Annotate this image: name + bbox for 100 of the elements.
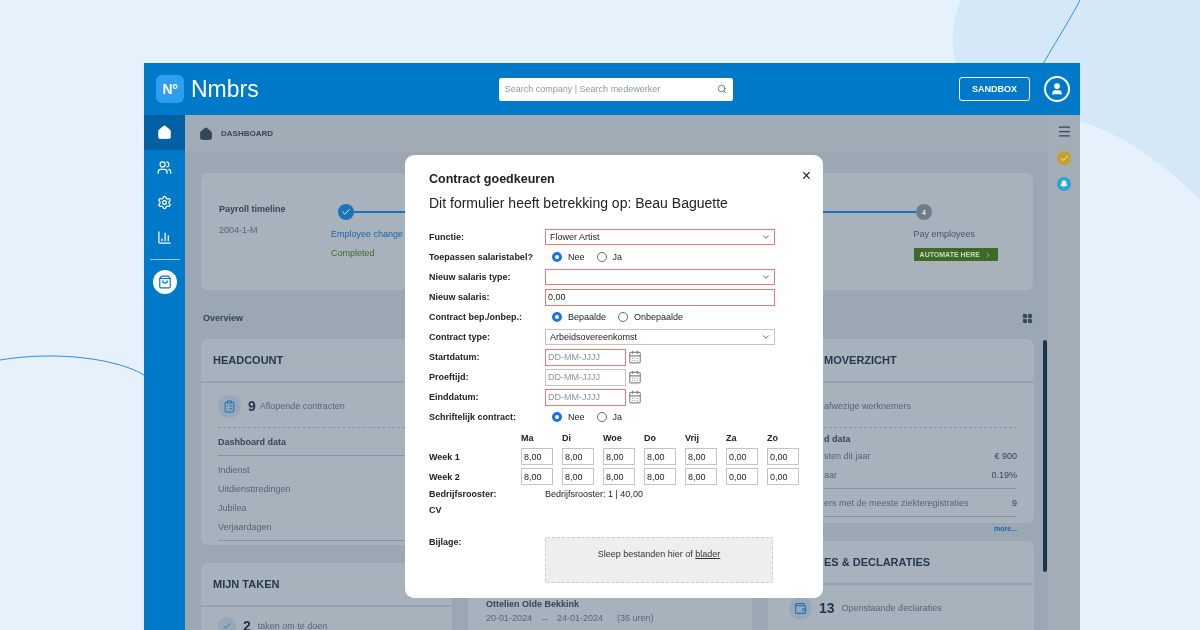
grid-icon[interactable] — [1022, 312, 1033, 324]
card-title: MOVERZICHT — [824, 354, 897, 366]
radio-label: Onbepaalde — [634, 312, 684, 322]
select-field[interactable] — [545, 269, 775, 285]
radio-label: Nee — [568, 412, 585, 422]
data-row-label: Uitdiensttredingen — [218, 483, 291, 494]
dialog-title: Contract goedkeuren — [429, 172, 556, 186]
card-title: MIJN TAKEN — [213, 578, 280, 590]
hours-text: (36 uren) — [617, 613, 654, 623]
week-label: Week 2 — [429, 471, 461, 482]
step-label: Pay employees — [913, 229, 976, 239]
form-label: Contract bep./onbep.: — [429, 312, 523, 322]
hours-field[interactable]: 8,00 — [562, 448, 594, 465]
radio-button[interactable] — [552, 412, 562, 422]
form-label: Nieuw salaris type: — [429, 272, 512, 282]
calendar-icon[interactable] — [628, 370, 642, 384]
radio-button[interactable] — [552, 252, 562, 262]
people-icon — [157, 160, 172, 175]
form-label: Einddatum: — [429, 392, 480, 402]
day-heading: Vrij — [685, 433, 700, 445]
timeline-title: Payroll timeline — [219, 204, 287, 214]
count: 13 — [819, 600, 835, 616]
form-label: Functie: — [429, 232, 465, 242]
hours-field[interactable]: 0,00 — [767, 448, 799, 465]
file-drop-zone[interactable]: Sleep bestanden hier of blader — [545, 537, 773, 583]
hours-field[interactable]: 8,00 — [603, 448, 635, 465]
radio-button[interactable] — [596, 252, 607, 262]
hours-field[interactable]: 8,00 — [562, 468, 594, 485]
check-icon[interactable] — [1057, 151, 1071, 165]
hours-field[interactable]: 0,00 — [767, 468, 799, 485]
date-text: 20-01-2024 — [486, 613, 533, 623]
data-row-value: 0.19% — [991, 469, 1017, 480]
radio-button[interactable] — [618, 312, 629, 322]
bag-button[interactable] — [152, 270, 177, 294]
search-icon — [716, 84, 727, 94]
user-avatar[interactable] — [1044, 76, 1070, 102]
check-icon — [222, 621, 232, 630]
hours-field[interactable]: 0,00 — [726, 468, 758, 485]
data-row-label: Indienst — [218, 464, 250, 475]
form-label: Nieuw salaris: — [429, 292, 491, 302]
hours-field[interactable]: 8,00 — [644, 448, 676, 465]
date-field[interactable]: DD-MM-JJJJ — [545, 388, 626, 406]
count-label: Openstaande declaraties — [841, 603, 942, 613]
hours-field[interactable]: 0,00 — [726, 448, 758, 465]
drop-text: Sleep bestanden hier of blader — [597, 549, 721, 561]
count-label: Aflopende contracten — [259, 401, 345, 411]
week-label: Week 1 — [429, 451, 461, 462]
hours-field[interactable]: 8,00 — [685, 468, 717, 485]
sandbox-button[interactable]: SANDBOX — [959, 77, 1030, 101]
form-label: CV — [429, 505, 443, 515]
day-heading: Zo — [767, 433, 779, 445]
chevron-icon — [761, 332, 771, 342]
data-row-value: € 900 — [994, 450, 1017, 461]
logo-mark: Nº — [156, 75, 184, 103]
section-heading: Dashboard data — [218, 436, 286, 447]
brand-name: Nmbrs — [191, 75, 259, 103]
chevron-icon — [984, 250, 992, 259]
browse-link[interactable]: blader — [695, 549, 721, 559]
menu-icon[interactable] — [1056, 124, 1072, 139]
day-heading: Za — [726, 433, 738, 445]
step-status: Completed — [331, 248, 375, 258]
radio-label: Nee — [568, 252, 585, 262]
close-button[interactable]: × — [801, 168, 811, 184]
select-field[interactable]: Flower Artist — [545, 229, 775, 245]
input-field[interactable]: 0,00 — [545, 288, 775, 306]
day-heading: Ma — [521, 433, 535, 445]
select-field[interactable]: Arbeidsovereenkomst — [545, 329, 775, 345]
chevron-icon — [761, 232, 771, 242]
form-label: Bedrijfsrooster: — [429, 489, 498, 499]
count: 9 — [248, 398, 256, 414]
hours-field[interactable]: 8,00 — [685, 448, 717, 465]
bell-icon[interactable] — [1057, 177, 1071, 191]
breadcrumb[interactable]: DASHBOARD — [221, 129, 273, 138]
hours-field[interactable]: 8,00 — [644, 468, 676, 485]
schedule-value: Bedrijfsrooster: 1 | 40,00 — [545, 489, 644, 499]
dialog-subtitle: Dit formulier heeft betrekking op: Beau Baguette — [429, 195, 729, 211]
arrow-text: → — [540, 613, 550, 623]
wallet-icon — [794, 601, 807, 615]
sidebar-item[interactable] — [144, 115, 185, 150]
employee-name: Ottelien Olde Bekkink — [486, 599, 581, 609]
hours-field[interactable]: 8,00 — [521, 468, 553, 485]
radio-label: Ja — [612, 412, 623, 422]
home-icon — [199, 126, 213, 141]
form-label: Startdatum: — [429, 352, 481, 362]
hours-field[interactable]: 8,00 — [521, 448, 553, 465]
chart-icon — [157, 230, 172, 245]
bag-icon — [157, 275, 172, 289]
card-title: ES & DECLARATIES — [824, 556, 931, 568]
date-field[interactable]: DD-MM-JJJJ — [545, 368, 626, 386]
date-field[interactable]: DD-MM-JJJJ — [545, 348, 626, 366]
radio-button[interactable] — [552, 312, 562, 322]
calendar-icon[interactable] — [628, 390, 642, 404]
data-row-label: sten dit jaar — [824, 450, 871, 461]
day-heading: Woe — [603, 433, 623, 445]
clipboard-icon — [223, 399, 236, 413]
radio-label: Ja — [612, 252, 623, 262]
calendar-icon[interactable] — [628, 350, 642, 364]
radio-button[interactable] — [596, 412, 607, 422]
hours-field[interactable]: 8,00 — [603, 468, 635, 485]
card-title: HEADCOUNT — [213, 354, 284, 366]
